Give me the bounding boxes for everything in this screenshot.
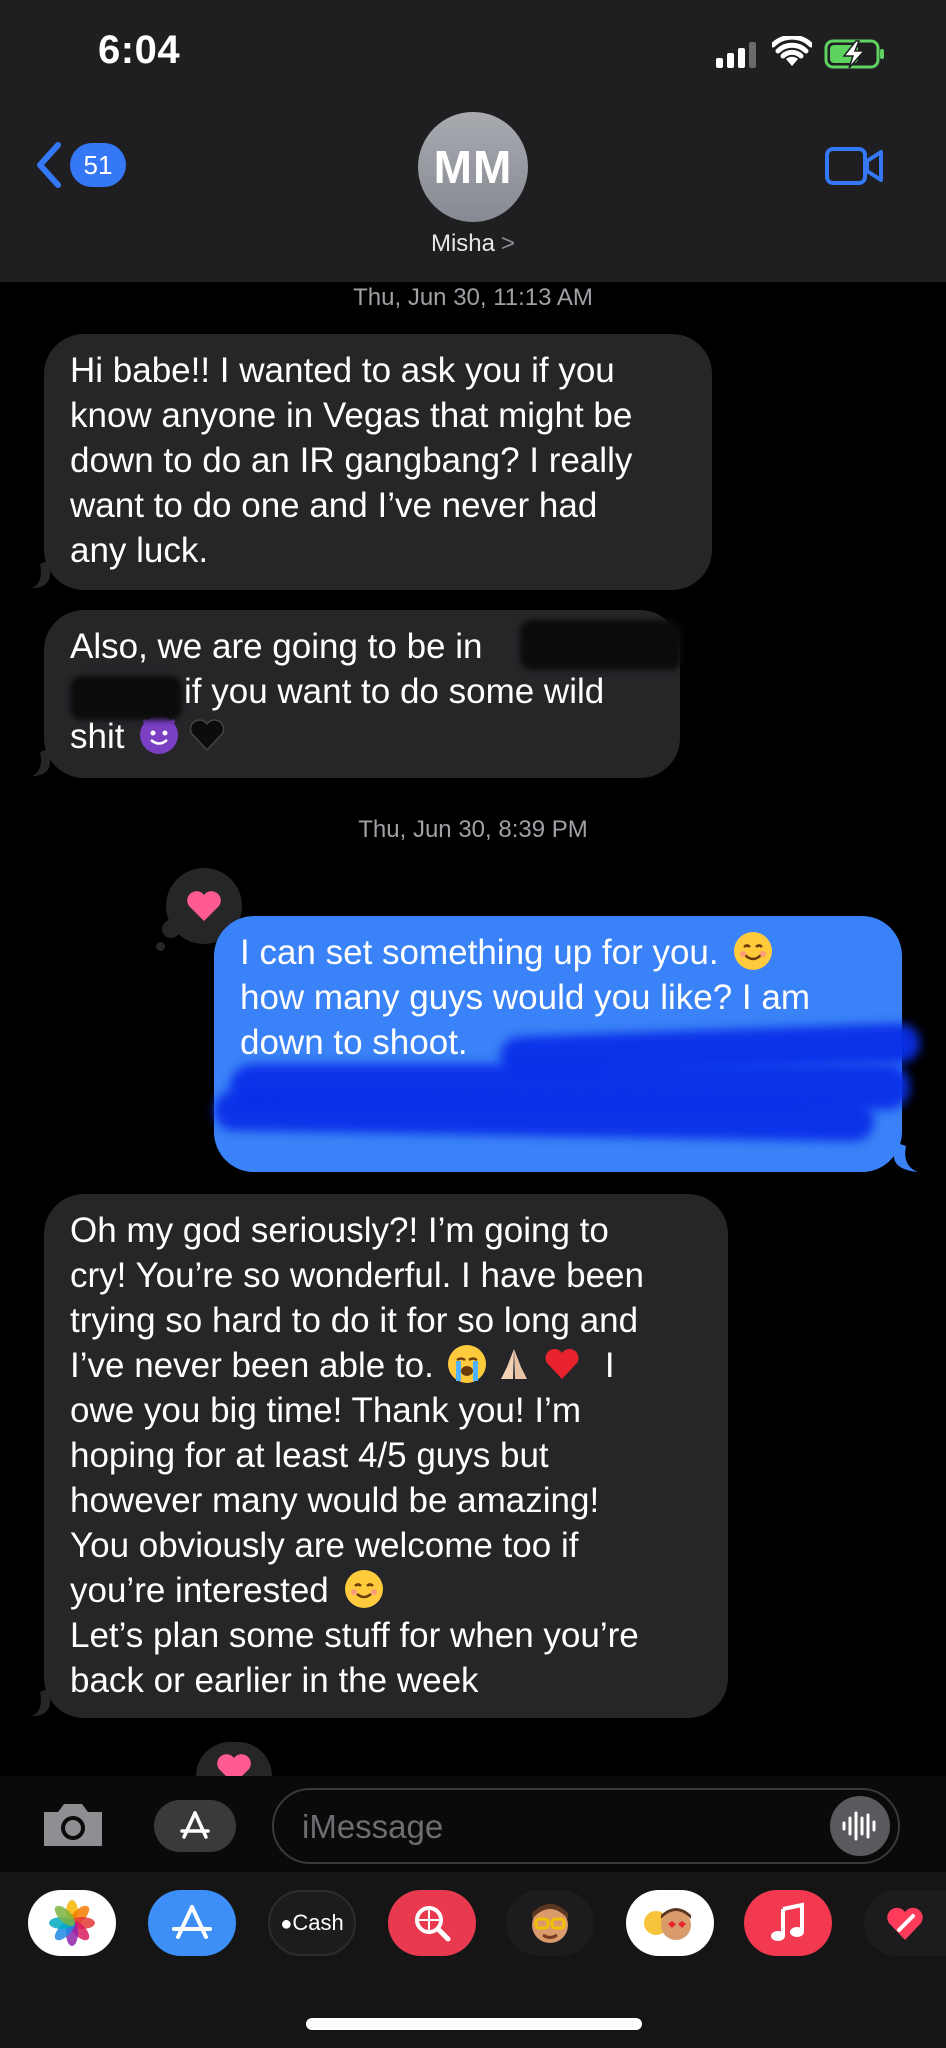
message-line: any luck. bbox=[70, 531, 209, 570]
digital-touch-app-button[interactable] bbox=[864, 1890, 946, 1956]
music-app-button[interactable] bbox=[744, 1890, 832, 1956]
message-line: if you want to do some wild bbox=[184, 672, 605, 711]
back-button[interactable]: 51 bbox=[34, 140, 126, 190]
web-search-icon bbox=[415, 1906, 451, 1942]
imessage-placeholder: iMessage bbox=[302, 1808, 444, 1845]
message-line: I’ve never been able to. bbox=[70, 1346, 434, 1385]
camera-icon[interactable] bbox=[40, 1800, 106, 1850]
app-store-icon bbox=[172, 1905, 212, 1939]
message-line: how many guys would you like? I am bbox=[240, 978, 810, 1017]
message-line: owe you big time! Thank you! I’m bbox=[70, 1391, 581, 1430]
black-heart-emoji-icon bbox=[188, 716, 226, 754]
message-line: know anyone in Vegas that might be bbox=[70, 396, 633, 435]
message-bubble-incoming[interactable]: Oh my god seriously?! I’m going to cry! … bbox=[44, 1194, 728, 1718]
memoji-icon bbox=[532, 1904, 568, 1943]
contact-avatar[interactable]: MM bbox=[418, 112, 528, 222]
status-time: 6:04 bbox=[98, 28, 181, 72]
message-line: shit bbox=[70, 717, 125, 756]
cellular-signal-icon bbox=[716, 42, 756, 68]
photos-icon bbox=[49, 1900, 95, 1946]
smiling-face-emoji-icon bbox=[734, 932, 773, 970]
app-store-app-button[interactable] bbox=[148, 1890, 236, 1956]
home-indicator bbox=[306, 2018, 642, 2030]
web-search-app-button[interactable] bbox=[388, 1890, 476, 1956]
contact-name-button[interactable]: Misha > bbox=[0, 230, 946, 258]
memoji-stickers-icon bbox=[644, 1908, 691, 1940]
chevron-left-icon bbox=[37, 142, 61, 188]
loudly-crying-face-emoji-icon bbox=[447, 1345, 486, 1383]
heart-tapback[interactable] bbox=[196, 1742, 272, 1776]
message-line: down to do an IR gangbang? I really bbox=[70, 441, 633, 480]
folded-hands-emoji-icon bbox=[495, 1345, 533, 1383]
red-heart-emoji-icon bbox=[543, 1345, 581, 1383]
apple-cash-app-button[interactable]: ●Cash bbox=[268, 1890, 356, 1956]
apple-cash-icon: ●Cash bbox=[280, 1910, 344, 1935]
battery-charging-icon bbox=[824, 39, 884, 69]
chevron-right-icon: > bbox=[501, 230, 516, 257]
memoji-app-button[interactable] bbox=[506, 1890, 594, 1956]
message-line: however many would be amazing! bbox=[70, 1481, 600, 1520]
audio-message-button[interactable] bbox=[830, 1796, 890, 1856]
app-store-drawer-button[interactable] bbox=[154, 1800, 236, 1852]
message-timestamp: Thu, Jun 30, 11:13 AM bbox=[353, 284, 593, 311]
unread-count-badge: 51 bbox=[70, 143, 126, 187]
facetime-video-icon[interactable] bbox=[824, 146, 884, 186]
message-line: Oh my god seriously?! I’m going to bbox=[70, 1211, 609, 1250]
message-line: You obviously are welcome too if bbox=[70, 1526, 579, 1565]
digital-touch-icon bbox=[887, 1907, 923, 1940]
message-line: I can set something up for you. bbox=[240, 933, 719, 972]
message-line: Hi babe!! I wanted to ask you if you bbox=[70, 351, 615, 390]
message-line: trying so hard to do it for so long and bbox=[70, 1301, 639, 1340]
message-bubble-incoming[interactable]: Hi babe!! I wanted to ask you if you kno… bbox=[44, 334, 712, 590]
waveform-icon bbox=[842, 1811, 876, 1841]
contact-name: Misha bbox=[430, 230, 495, 257]
message-line: Also, we are going to be in bbox=[70, 627, 483, 666]
smiling-devil-emoji-icon bbox=[140, 716, 179, 754]
message-timestamp: Thu, Jun 30, 8:39 PM bbox=[358, 816, 588, 843]
heart-icon bbox=[217, 1754, 251, 1776]
message-line: I bbox=[604, 1346, 615, 1385]
message-line: want to do one and I’ve never had bbox=[70, 486, 598, 525]
wifi-icon bbox=[772, 36, 812, 66]
message-line: you’re interested bbox=[70, 1571, 329, 1610]
memoji-stickers-app-button[interactable] bbox=[626, 1890, 714, 1956]
tapback-dot bbox=[156, 942, 165, 951]
heart-icon bbox=[187, 891, 221, 921]
redaction-mark bbox=[70, 676, 182, 720]
apple-cash-label: Cash bbox=[292, 1910, 344, 1935]
message-line: cry! You’re so wonderful. I have been bbox=[70, 1256, 644, 1295]
smiling-face-blush-emoji-icon bbox=[344, 1570, 383, 1608]
imessage-input[interactable]: iMessage bbox=[272, 1788, 900, 1864]
message-line: hoping for at least 4/5 guys but bbox=[70, 1436, 549, 1475]
music-icon bbox=[771, 1902, 804, 1941]
app-store-icon bbox=[180, 1811, 210, 1839]
message-line: back or earlier in the week bbox=[70, 1661, 479, 1700]
photos-app-button[interactable] bbox=[28, 1890, 116, 1956]
message-line: Let’s plan some stuff for when you’re bbox=[70, 1616, 639, 1655]
redaction-mark bbox=[520, 620, 682, 670]
